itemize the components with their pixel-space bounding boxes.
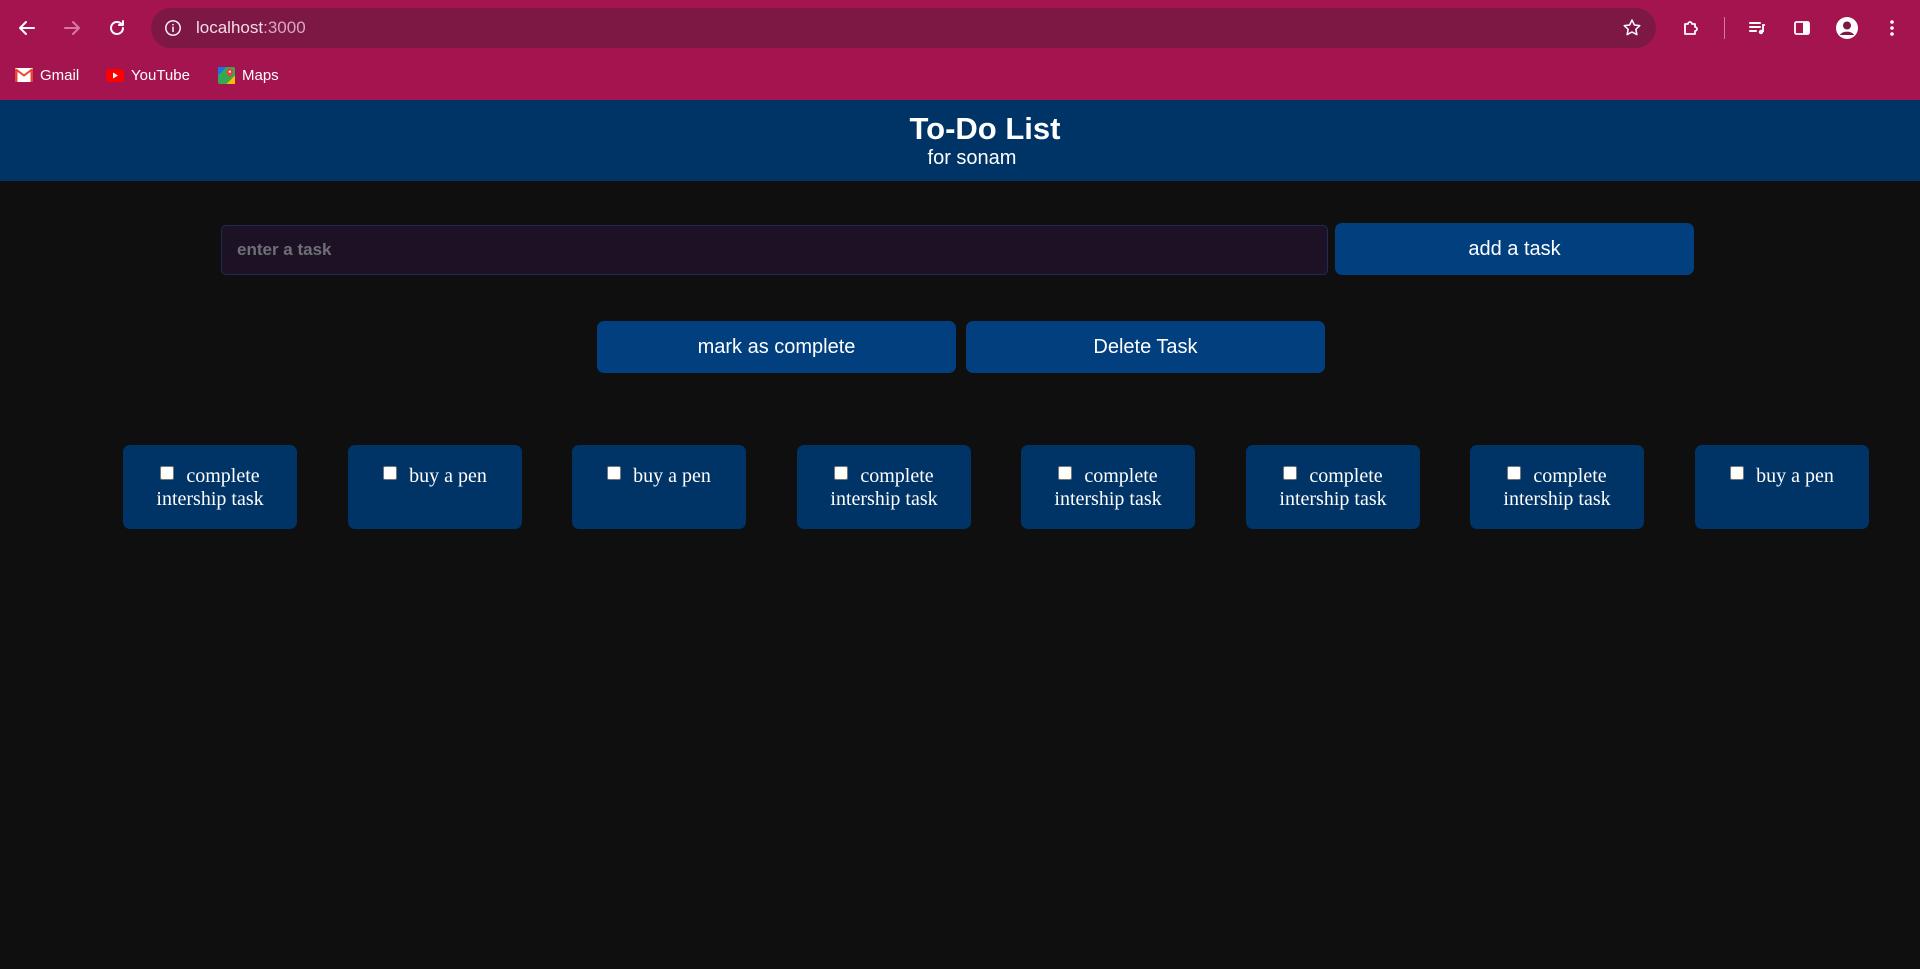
task-checkbox[interactable] <box>1730 466 1745 480</box>
task-card[interactable]: buy a pen <box>348 445 522 529</box>
profile-button[interactable] <box>1829 10 1865 46</box>
task-checkbox[interactable] <box>1507 466 1522 480</box>
task-card[interactable]: buy a pen <box>1695 445 1869 529</box>
reload-icon <box>110 20 124 35</box>
arrow-right-icon <box>64 21 80 35</box>
back-button[interactable] <box>9 10 45 46</box>
bookmark-star-icon[interactable] <box>1620 16 1644 40</box>
bookmark-label: YouTube <box>131 66 190 84</box>
add-task-button[interactable]: add a task <box>1335 223 1694 275</box>
avatar-icon <box>1836 17 1858 39</box>
youtube-icon <box>106 67 124 83</box>
playlist-icon <box>1749 22 1765 35</box>
gmail-icon <box>15 67 33 83</box>
arrow-left-icon <box>19 21 35 35</box>
task-card[interactable]: complete intership task <box>123 445 297 529</box>
task-card[interactable]: complete intership task <box>1246 445 1420 529</box>
browser-toolbar: localhost:3000 <box>0 0 1920 56</box>
extensions-button[interactable] <box>1673 10 1709 46</box>
mark-complete-button[interactable]: mark as complete <box>597 321 956 373</box>
site-info-icon[interactable] <box>161 16 185 40</box>
task-card[interactable]: buy a pen <box>572 445 746 529</box>
url-port: :3000 <box>263 18 306 37</box>
menu-button[interactable] <box>1874 10 1910 46</box>
url-text[interactable]: localhost:3000 <box>196 18 306 38</box>
task-card[interactable]: complete intership task <box>797 445 971 529</box>
task-label: buy a pen <box>409 465 487 487</box>
task-card[interactable]: complete intership task <box>1021 445 1195 529</box>
task-checkbox[interactable] <box>160 466 175 480</box>
bookmark-youtube[interactable]: YouTube <box>106 64 190 86</box>
address-bar[interactable]: localhost:3000 <box>151 8 1656 48</box>
puzzle-icon <box>1684 21 1698 35</box>
bookmark-maps[interactable]: Maps <box>217 64 279 86</box>
task-input[interactable] <box>221 225 1328 275</box>
more-vertical-icon <box>1890 20 1894 36</box>
media-button[interactable] <box>1739 10 1775 46</box>
page-title: To-Do List <box>909 111 1061 146</box>
forward-button[interactable] <box>54 10 90 46</box>
task-checkbox[interactable] <box>1058 466 1073 480</box>
task-card[interactable]: complete intership task <box>1470 445 1644 529</box>
task-checkbox[interactable] <box>834 466 849 480</box>
task-checkbox[interactable] <box>383 466 398 480</box>
side-panel-icon <box>1794 21 1810 35</box>
bookmark-gmail[interactable]: Gmail <box>15 64 79 86</box>
maps-icon <box>217 66 235 84</box>
page-subtitle: for sonam <box>927 147 1017 169</box>
bookmark-label: Maps <box>242 66 279 84</box>
toolbar-divider <box>1724 17 1725 39</box>
browser-chrome: localhost:3000 Gmail YouTube Maps <box>0 0 1920 100</box>
app-header: To-Do List for sonam <box>0 100 1920 181</box>
task-checkbox[interactable] <box>1283 466 1298 480</box>
side-panel-button[interactable] <box>1784 10 1820 46</box>
bookmarks-bar: Gmail YouTube Maps <box>0 60 1920 90</box>
task-label: buy a pen <box>1756 465 1834 487</box>
task-checkbox[interactable] <box>607 466 622 480</box>
url-host: localhost <box>196 18 264 37</box>
task-label: buy a pen <box>633 465 711 487</box>
reload-button[interactable] <box>99 10 135 46</box>
bookmark-label: Gmail <box>40 66 80 84</box>
delete-task-button[interactable]: Delete Task <box>966 321 1325 373</box>
